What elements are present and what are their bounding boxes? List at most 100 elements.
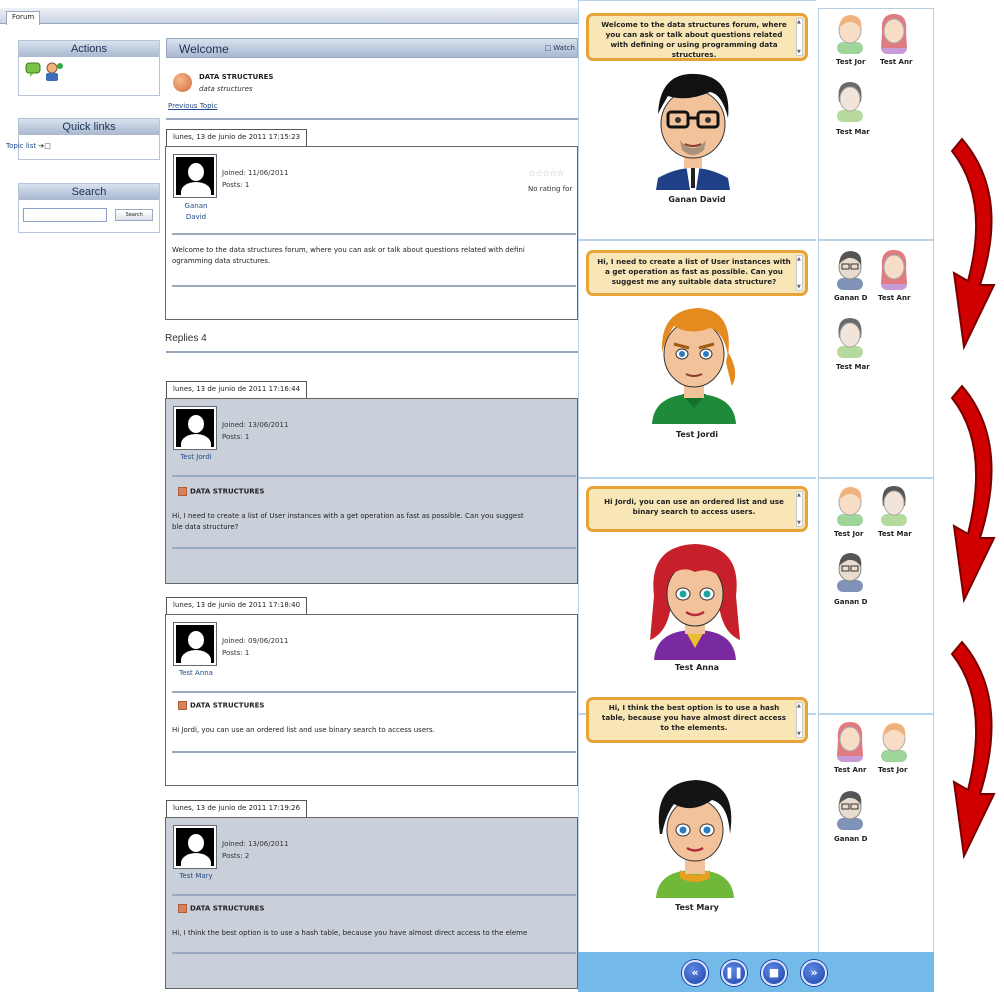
- rewind-icon: «: [691, 966, 699, 979]
- divider: [166, 351, 578, 353]
- rating-text: No rating for: [528, 185, 573, 193]
- post: Ganan David Joined: 11/06/2011 Posts: 1 …: [165, 146, 578, 320]
- divider: [166, 118, 578, 120]
- quick-links-title: Quick links: [19, 119, 159, 135]
- listener-jordi-icon: [881, 723, 907, 762]
- joined-date: Joined: 13/06/2011: [222, 840, 289, 848]
- search-button[interactable]: Search: [115, 209, 154, 221]
- stop-button[interactable]: ■: [761, 960, 787, 986]
- topic-title: DATA STRUCTURES: [199, 73, 274, 81]
- post-meta: Joined: 13/06/2011 Posts: 2: [222, 838, 288, 862]
- listener-name: Test Jor: [836, 58, 866, 66]
- pause-icon: ❚❚: [724, 966, 744, 979]
- post-subject: DATA STRUCTURES: [178, 487, 264, 496]
- listener-anna-icon: [837, 722, 863, 762]
- new-topic-icon[interactable]: [22, 60, 66, 82]
- post-meta: Joined: 13/06/2011 Posts: 1: [222, 419, 288, 443]
- ganan-david-avatar: [656, 73, 730, 190]
- listener-david-icon: [837, 251, 863, 290]
- topic-list-link[interactable]: Topic list: [6, 142, 36, 150]
- post: Test Jordi Joined: 13/06/2011 Posts: 1 D…: [165, 398, 578, 584]
- speech-text: Welcome to the data structures forum, wh…: [601, 20, 787, 59]
- fast-forward-icon: »: [810, 966, 818, 979]
- pause-button[interactable]: ❚❚: [721, 960, 747, 986]
- flow-arrow-icon: [950, 640, 996, 860]
- post-author[interactable]: Test Anna: [174, 669, 218, 677]
- bubble-scrollbar[interactable]: [796, 701, 803, 739]
- joined-date: Joined: 13/06/2011: [222, 421, 289, 429]
- divider: [172, 691, 576, 693]
- post-count: Posts: 2: [222, 852, 250, 860]
- joined-date: Joined: 11/06/2011: [222, 169, 289, 177]
- listener-jordi-icon: [837, 487, 863, 526]
- subject-text: DATA STRUCTURES: [190, 487, 265, 496]
- listener-name: Test Anr: [880, 58, 913, 66]
- listener-david-icon: [837, 553, 863, 592]
- listener-anna-icon: [881, 14, 907, 54]
- post-author[interactable]: Ganan David: [174, 201, 218, 223]
- topic-list-arrow-icon[interactable]: ➔□: [38, 142, 50, 150]
- tab-forum[interactable]: Forum: [6, 11, 41, 25]
- post-subject: DATA STRUCTURES: [178, 701, 264, 710]
- post-body: Hi, I need to create a list of User inst…: [172, 511, 576, 533]
- listener-mary-icon: [837, 318, 863, 358]
- speaker-name: Test Jordi: [675, 430, 719, 439]
- divider: [172, 751, 576, 753]
- actions-box: Actions: [18, 40, 160, 96]
- speech-bubble: Hi, I think the best option is to use a …: [586, 697, 808, 743]
- post-meta: Joined: 09/06/2011 Posts: 1: [222, 635, 288, 659]
- post-count: Posts: 1: [222, 181, 250, 189]
- search-title: Search: [19, 184, 159, 200]
- joined-date: Joined: 09/06/2011: [222, 637, 289, 645]
- test-mary-avatar: [656, 780, 734, 898]
- listener-anna-icon: [881, 250, 907, 290]
- forum-top-bar: [0, 8, 578, 24]
- post-body-line: ogramming data structures.: [172, 257, 271, 265]
- search-input[interactable]: [23, 208, 107, 222]
- fast-forward-button[interactable]: »: [801, 960, 827, 986]
- listener-name: Ganan D: [834, 294, 868, 302]
- replies-count: Replies 4: [165, 333, 207, 344]
- speech-text: Hi, I think the best option is to use a …: [601, 703, 787, 732]
- post-date-tab: lunes, 13 de junio de 2011 17:18:40: [166, 597, 308, 614]
- previous-topic-link[interactable]: Previous Topic: [168, 102, 217, 110]
- divider: [172, 547, 576, 549]
- post-date-tab: lunes, 13 de junio de 2011 17:19:26: [166, 800, 308, 817]
- speaker-name: Test Mary: [675, 903, 719, 912]
- post-meta: Joined: 11/06/2011 Posts: 1: [222, 167, 288, 191]
- listener-david-icon: [837, 791, 863, 830]
- post-body: Hi Jordi, you can use an ordered list an…: [172, 726, 435, 734]
- post: Test Anna Joined: 09/06/2011 Posts: 1 DA…: [165, 614, 578, 786]
- bubble-scrollbar[interactable]: [796, 17, 803, 57]
- bubble-scrollbar[interactable]: [796, 254, 803, 292]
- speech-bubble: Welcome to the data structures forum, wh…: [586, 13, 808, 61]
- listener-jordi-icon: [837, 15, 863, 54]
- post-date-tab: lunes, 13 de junio de 2011 17:16:44: [166, 381, 308, 398]
- listener-mary-icon: [881, 486, 907, 526]
- flow-arrow-icon: [950, 384, 996, 604]
- listener-name: Test Mar: [878, 530, 912, 538]
- post-author[interactable]: Test Mary: [174, 872, 218, 880]
- divider: [172, 894, 576, 896]
- listener-name: Test Jor: [834, 530, 864, 538]
- topic-icon: [173, 73, 192, 92]
- avatar: [174, 623, 216, 665]
- avatar: [174, 407, 216, 449]
- rewind-button[interactable]: «: [682, 960, 708, 986]
- listener-name: Test Anr: [878, 294, 911, 302]
- watch-button[interactable]: □ Watch: [544, 44, 575, 52]
- topic-subtitle: data structures: [199, 85, 253, 93]
- rating-stars[interactable]: ☆☆☆☆☆: [528, 169, 564, 179]
- search-box: Search Search: [18, 183, 160, 233]
- speaker-name: Test Anna: [674, 663, 720, 672]
- speech-bubble: Hi Jordi, you can use an ordered list an…: [586, 486, 808, 532]
- listener-name: Test Jor: [878, 766, 908, 774]
- listener-name: Test Anr: [834, 766, 867, 774]
- watch-label: Watch: [553, 44, 575, 52]
- listener-name: Ganan D: [834, 598, 868, 606]
- divider: [172, 233, 576, 235]
- bubble-scrollbar[interactable]: [796, 490, 803, 528]
- test-anna-avatar: [650, 544, 740, 660]
- author-line: Ganan: [184, 202, 208, 210]
- post-author[interactable]: Test Jordi: [174, 453, 218, 461]
